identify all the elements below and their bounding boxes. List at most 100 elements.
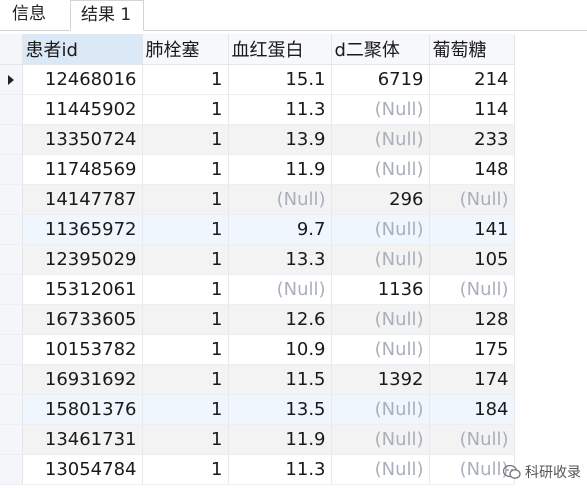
column-header-glucose[interactable]: 葡萄糖 <box>429 34 515 65</box>
cell-hemoglobin[interactable]: 15.1 <box>228 64 332 95</box>
row-indicator[interactable] <box>0 214 23 245</box>
row-indicator[interactable] <box>0 184 23 215</box>
cell-patient-id[interactable]: 12468016 <box>22 64 143 95</box>
column-header-pulmonary-embolism[interactable]: 肺栓塞 <box>142 34 229 65</box>
cell-glucose[interactable]: 141 <box>429 214 515 245</box>
cell-d-dimer[interactable]: (Null) <box>331 424 430 455</box>
cell-pulmonary-embolism[interactable]: 1 <box>142 334 229 365</box>
column-header-hemoglobin[interactable]: 血红蛋白 <box>228 34 332 65</box>
cell-d-dimer[interactable]: (Null) <box>331 304 430 335</box>
cell-d-dimer[interactable]: (Null) <box>331 394 430 425</box>
cell-glucose[interactable]: 114 <box>429 94 515 125</box>
cell-pulmonary-embolism[interactable]: 1 <box>142 94 229 125</box>
table-row[interactable]: 16733605 1 12.6 (Null) 128 <box>0 304 515 335</box>
cell-patient-id[interactable]: 11365972 <box>22 214 143 245</box>
cell-hemoglobin[interactable]: 10.9 <box>228 334 332 365</box>
cell-hemoglobin[interactable]: 12.6 <box>228 304 332 335</box>
cell-glucose[interactable]: 128 <box>429 304 515 335</box>
cell-patient-id[interactable]: 13350724 <box>22 124 143 155</box>
cell-d-dimer[interactable]: (Null) <box>331 454 430 485</box>
table-row[interactable]: 12395029 1 13.3 (Null) 105 <box>0 244 515 275</box>
cell-patient-id[interactable]: 16931692 <box>22 364 143 395</box>
row-indicator[interactable] <box>0 274 23 305</box>
cell-d-dimer[interactable]: 296 <box>331 184 430 215</box>
cell-hemoglobin[interactable]: 13.9 <box>228 124 332 155</box>
cell-glucose[interactable]: (Null) <box>429 454 515 485</box>
cell-patient-id[interactable]: 10153782 <box>22 334 143 365</box>
table-row[interactable]: 16931692 1 11.5 1392 174 <box>0 364 515 395</box>
cell-patient-id[interactable]: 14147787 <box>22 184 143 215</box>
row-indicator[interactable] <box>0 424 23 455</box>
cell-pulmonary-embolism[interactable]: 1 <box>142 214 229 245</box>
row-indicator[interactable] <box>0 94 23 125</box>
cell-d-dimer[interactable]: 1136 <box>331 274 430 305</box>
table-row[interactable]: 14147787 1 (Null) 296 (Null) <box>0 184 515 215</box>
cell-patient-id[interactable]: 13461731 <box>22 424 143 455</box>
cell-patient-id[interactable]: 16733605 <box>22 304 143 335</box>
cell-pulmonary-embolism[interactable]: 1 <box>142 394 229 425</box>
cell-patient-id[interactable]: 11748569 <box>22 154 143 185</box>
row-indicator[interactable] <box>0 244 23 275</box>
cell-d-dimer[interactable]: (Null) <box>331 214 430 245</box>
cell-hemoglobin[interactable]: 11.9 <box>228 424 332 455</box>
cell-hemoglobin[interactable]: 13.3 <box>228 244 332 275</box>
cell-pulmonary-embolism[interactable]: 1 <box>142 154 229 185</box>
cell-pulmonary-embolism[interactable]: 1 <box>142 184 229 215</box>
cell-d-dimer[interactable]: (Null) <box>331 154 430 185</box>
cell-pulmonary-embolism[interactable]: 1 <box>142 304 229 335</box>
cell-glucose[interactable]: 175 <box>429 334 515 365</box>
column-header-patient-id[interactable]: 患者id <box>22 34 143 65</box>
row-indicator[interactable] <box>0 394 23 425</box>
cell-pulmonary-embolism[interactable]: 1 <box>142 274 229 305</box>
table-row[interactable]: 15312061 1 (Null) 1136 (Null) <box>0 274 515 305</box>
row-indicator[interactable] <box>0 304 23 335</box>
cell-glucose[interactable]: (Null) <box>429 184 515 215</box>
tab-result-1[interactable]: 结果 1 <box>70 0 144 31</box>
cell-d-dimer[interactable]: 6719 <box>331 64 430 95</box>
cell-d-dimer[interactable]: (Null) <box>331 244 430 275</box>
cell-pulmonary-embolism[interactable]: 1 <box>142 364 229 395</box>
cell-hemoglobin[interactable]: 9.7 <box>228 214 332 245</box>
cell-glucose[interactable]: 174 <box>429 364 515 395</box>
cell-hemoglobin[interactable]: (Null) <box>228 274 332 305</box>
cell-d-dimer[interactable]: (Null) <box>331 124 430 155</box>
table-row[interactable]: 13461731 1 11.9 (Null) (Null) <box>0 424 515 455</box>
cell-pulmonary-embolism[interactable]: 1 <box>142 424 229 455</box>
tab-info[interactable]: 信息 <box>2 0 62 30</box>
cell-glucose[interactable]: 184 <box>429 394 515 425</box>
table-row[interactable]: 10153782 1 10.9 (Null) 175 <box>0 334 515 365</box>
cell-hemoglobin[interactable]: 11.9 <box>228 154 332 185</box>
row-indicator[interactable] <box>0 64 23 95</box>
cell-d-dimer[interactable]: 1392 <box>331 364 430 395</box>
cell-hemoglobin[interactable]: 11.3 <box>228 454 332 485</box>
cell-pulmonary-embolism[interactable]: 1 <box>142 244 229 275</box>
table-row[interactable]: 13054784 1 11.3 (Null) (Null) <box>0 454 515 485</box>
row-indicator[interactable] <box>0 364 23 395</box>
row-indicator[interactable] <box>0 334 23 365</box>
row-indicator[interactable] <box>0 454 23 485</box>
cell-patient-id[interactable]: 11445902 <box>22 94 143 125</box>
cell-d-dimer[interactable]: (Null) <box>331 94 430 125</box>
cell-patient-id[interactable]: 15312061 <box>22 274 143 305</box>
cell-hemoglobin[interactable]: (Null) <box>228 184 332 215</box>
cell-glucose[interactable]: 148 <box>429 154 515 185</box>
table-row[interactable]: 11365972 1 9.7 (Null) 141 <box>0 214 515 245</box>
cell-pulmonary-embolism[interactable]: 1 <box>142 124 229 155</box>
table-row[interactable]: 11445902 1 11.3 (Null) 114 <box>0 94 515 125</box>
table-row[interactable]: 13350724 1 13.9 (Null) 233 <box>0 124 515 155</box>
cell-hemoglobin[interactable]: 11.3 <box>228 94 332 125</box>
cell-glucose[interactable]: 105 <box>429 244 515 275</box>
cell-patient-id[interactable]: 12395029 <box>22 244 143 275</box>
table-row[interactable]: 15801376 1 13.5 (Null) 184 <box>0 394 515 425</box>
cell-patient-id[interactable]: 15801376 <box>22 394 143 425</box>
column-header-d-dimer[interactable]: d二聚体 <box>331 34 430 65</box>
cell-glucose[interactable]: 214 <box>429 64 515 95</box>
cell-d-dimer[interactable]: (Null) <box>331 334 430 365</box>
cell-pulmonary-embolism[interactable]: 1 <box>142 454 229 485</box>
row-indicator[interactable] <box>0 154 23 185</box>
table-row[interactable]: 11748569 1 11.9 (Null) 148 <box>0 154 515 185</box>
cell-patient-id[interactable]: 13054784 <box>22 454 143 485</box>
table-row[interactable]: 12468016 1 15.1 6719 214 <box>0 64 515 95</box>
cell-glucose[interactable]: 233 <box>429 124 515 155</box>
cell-hemoglobin[interactable]: 11.5 <box>228 364 332 395</box>
